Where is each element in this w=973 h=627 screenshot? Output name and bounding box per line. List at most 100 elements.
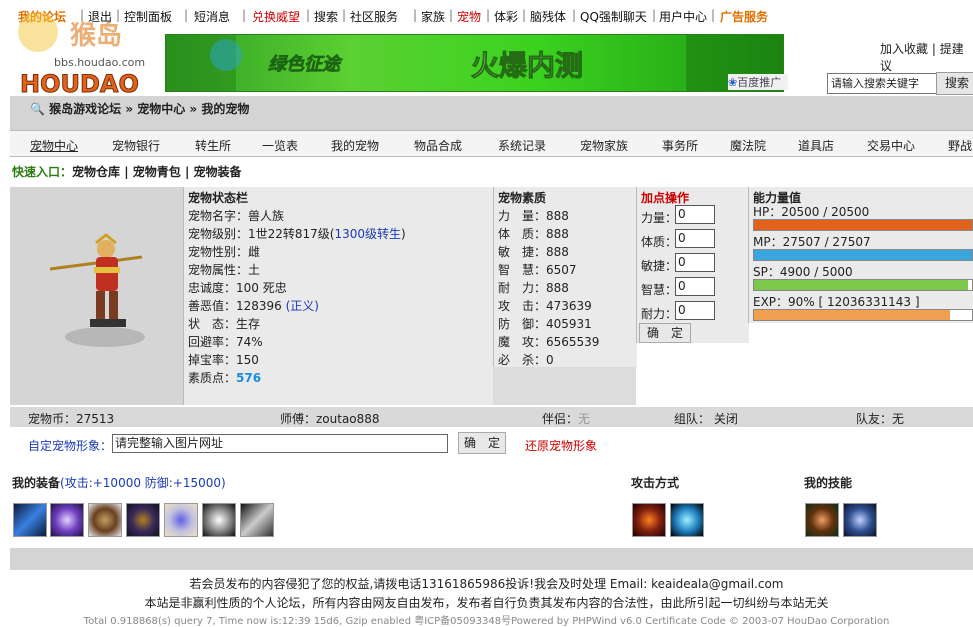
quick-warehouse[interactable]: 宠物仓库 bbox=[72, 165, 120, 179]
add-confirm-button[interactable]: 确 定 bbox=[639, 323, 691, 343]
quality-defense: 防 御：405931 bbox=[498, 317, 592, 331]
add-wisdom-label: 智慧： bbox=[641, 283, 678, 297]
breadcrumb: 🔍 猴岛游戏论坛 » 宠物中心 » 我的宠物 bbox=[30, 100, 249, 117]
pet-gender: 宠物性别：雌 bbox=[188, 245, 261, 259]
equip-armor-icon[interactable] bbox=[88, 503, 122, 537]
status-title: 宠物状态栏 bbox=[188, 191, 249, 205]
pet-points: 素质点：576 bbox=[188, 369, 261, 386]
attack-ice-icon[interactable] bbox=[670, 503, 704, 537]
search-input[interactable]: 请输入搜索关键字 bbox=[827, 73, 939, 94]
skill-knight-icon[interactable] bbox=[843, 503, 877, 537]
menu-pet-bank[interactable]: 宠物银行 bbox=[112, 137, 160, 154]
bottom-bar bbox=[10, 548, 973, 570]
menu-pet-center[interactable]: 宠物中心 bbox=[30, 137, 78, 154]
nav-user-center[interactable]: 用户中心 bbox=[659, 8, 707, 25]
nav-messages[interactable]: 短消息 bbox=[194, 8, 230, 25]
master: 师傅：zoutao888 bbox=[280, 412, 380, 426]
info-line: 宠物币：27513 师傅：zoutao888 伴侣：无 组队： 关闭 队友：无 bbox=[10, 407, 973, 427]
pet-karma: 善恶值：128396 (正义) bbox=[188, 297, 319, 314]
nav-font[interactable]: 脑残体 bbox=[530, 8, 566, 25]
site-logo[interactable]: 猴岛 bbs.houdao.com HOUDAO bbox=[8, 4, 158, 99]
equip-ring-icon[interactable] bbox=[202, 503, 236, 537]
nav-qq-chat[interactable]: QQ强制聊天 bbox=[580, 8, 647, 25]
menu-my-pet[interactable]: 我的宠物 bbox=[331, 137, 379, 154]
banner-ad[interactable]: 绿色征途 火爆内测 bbox=[165, 34, 784, 92]
add-stamina-input[interactable]: 0 bbox=[675, 301, 715, 320]
exp-bar bbox=[753, 309, 973, 321]
pet-monkey-king-image bbox=[49, 233, 145, 347]
nav-ad-service[interactable]: 广告服务 bbox=[720, 8, 768, 25]
add-constitution-input[interactable]: 0 bbox=[675, 229, 715, 248]
menu-office[interactable]: 事务所 bbox=[662, 137, 698, 154]
teammate: 队友：无 bbox=[856, 410, 904, 427]
add-constitution-label: 体质： bbox=[641, 235, 678, 249]
add-wisdom-input[interactable]: 0 bbox=[675, 277, 715, 296]
menu-magic[interactable]: 魔法院 bbox=[730, 137, 766, 154]
skill-beast-icon[interactable] bbox=[805, 503, 839, 537]
banner-left-text: 绿色征途 bbox=[268, 54, 343, 75]
add-stamina-label: 耐力： bbox=[641, 307, 678, 321]
quality-constitution: 体 质：888 bbox=[498, 227, 569, 241]
add-points-panel: 加点操作 力量： 0 体质： 0 敏捷： 0 智慧： 0 耐力： 0 确 定 bbox=[636, 187, 749, 343]
menu-overview[interactable]: 一览表 bbox=[262, 137, 298, 154]
menu-synthesis[interactable]: 物品合成 bbox=[414, 137, 462, 154]
nav-separator: | bbox=[652, 8, 657, 22]
nav-family[interactable]: 家族 bbox=[421, 8, 445, 25]
hp-label: HP：20500 / 20500 bbox=[753, 205, 870, 219]
custom-image-label: 自定宠物形象： bbox=[28, 439, 113, 453]
team-label: 组队： bbox=[674, 412, 711, 426]
menu-rebirth[interactable]: 转生所 bbox=[195, 137, 231, 154]
hp-bar-fill bbox=[754, 220, 972, 230]
nav-pet[interactable]: 宠物 bbox=[457, 8, 481, 25]
menu-shop[interactable]: 道具店 bbox=[798, 137, 834, 154]
nav-separator: | bbox=[413, 8, 418, 22]
equip-crown-icon[interactable] bbox=[50, 503, 84, 537]
sp-label: SP：4900 / 5000 bbox=[753, 265, 853, 279]
logo-graphic: 猴岛 bbs.houdao.com HOUDAO bbox=[18, 12, 145, 99]
quality-agility: 敏 捷：888 bbox=[498, 245, 569, 259]
custom-image-input[interactable]: 请完整输入图片网址 bbox=[112, 434, 448, 453]
pet-attribute: 宠物属性：土 bbox=[188, 263, 261, 277]
restore-image-link[interactable]: 还原宠物形象 bbox=[525, 437, 597, 454]
equip-sword-icon[interactable] bbox=[13, 503, 47, 537]
rebirth-link[interactable]: 1300级转生 bbox=[335, 227, 402, 241]
partner: 伴侣：无 bbox=[542, 410, 590, 427]
nav-separator: | bbox=[449, 8, 454, 22]
points-value: 576 bbox=[236, 371, 262, 385]
nav-exchange[interactable]: 兑换威望 bbox=[252, 8, 300, 25]
menu-pet-family[interactable]: 宠物家族 bbox=[580, 137, 628, 154]
quality-wisdom: 智 慧：6507 bbox=[498, 263, 577, 277]
equip-claw-icon[interactable] bbox=[240, 503, 274, 537]
menu-field[interactable]: 野战 bbox=[948, 137, 972, 154]
search-button[interactable]: 搜索 bbox=[936, 72, 973, 95]
karma-text: 善恶值：128396 bbox=[188, 299, 286, 313]
quick-equip[interactable]: 宠物装备 bbox=[194, 165, 242, 179]
equip-stats: (攻击:+10000 防御:+15000) bbox=[60, 476, 226, 490]
add-favorite-link[interactable]: 加入收藏 bbox=[880, 42, 928, 56]
breadcrumb-text[interactable]: 猴岛游戏论坛 » 宠物中心 » 我的宠物 bbox=[49, 102, 249, 116]
nav-lottery[interactable]: 体彩 bbox=[494, 8, 518, 25]
team-value: 关闭 bbox=[713, 412, 738, 426]
quality-attack: 攻 击：473639 bbox=[498, 299, 592, 313]
custom-image-confirm-button[interactable]: 确 定 bbox=[458, 432, 506, 454]
menu-records[interactable]: 系统记录 bbox=[498, 137, 546, 154]
quick-links: 快速入口：宠物仓库 | 宠物青包 | 宠物装备 bbox=[12, 165, 242, 179]
pet-level-text: 宠物级别：1世22转817级( bbox=[188, 227, 335, 241]
quick-bag[interactable]: 宠物青包 bbox=[133, 165, 181, 179]
menu-trade[interactable]: 交易中心 bbox=[867, 137, 915, 154]
mp-bar bbox=[753, 249, 973, 261]
add-agility-label: 敏捷： bbox=[641, 259, 678, 273]
add-strength-input[interactable]: 0 bbox=[675, 205, 715, 224]
header-links: 加入收藏 | 提建议 bbox=[880, 42, 964, 73]
equip-helmet-icon[interactable] bbox=[126, 503, 160, 537]
nav-separator: | bbox=[184, 8, 189, 22]
equip-title: 我的装备(攻击:+10000 防御:+15000) bbox=[12, 474, 226, 491]
team: 组队： 关闭 bbox=[674, 410, 738, 427]
attack-fire-icon[interactable] bbox=[632, 503, 666, 537]
nav-community[interactable]: 社区服务 bbox=[350, 8, 398, 25]
add-agility-input[interactable]: 0 bbox=[675, 253, 715, 272]
logo-url-text: bbs.houdao.com bbox=[54, 56, 145, 69]
baidu-ad-label[interactable]: ❀百度推广 bbox=[728, 74, 788, 90]
nav-search[interactable]: 搜索 bbox=[314, 8, 338, 25]
equip-boots-icon[interactable] bbox=[164, 503, 198, 537]
